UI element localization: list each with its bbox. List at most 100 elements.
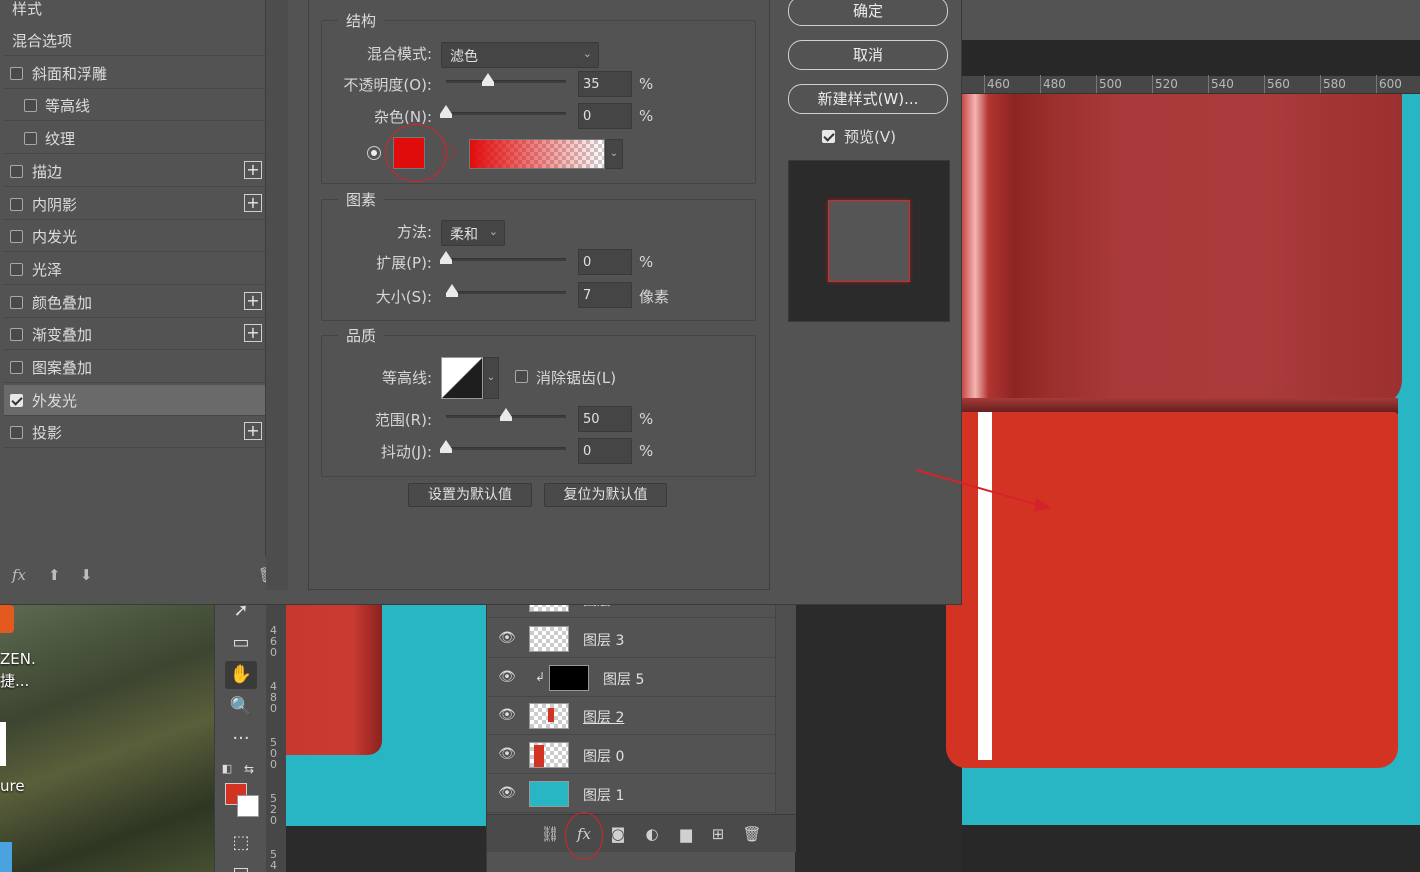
desktop-folder-icon[interactable] [0,842,12,872]
cancel-button[interactable]: 取消 [788,40,948,70]
layer-name[interactable]: 图层 1 [583,785,624,805]
layer-thumbnail[interactable] [529,780,569,807]
visibility-eye-icon[interactable]: 👁 [498,669,516,687]
layer-row[interactable]: 👁 图层 3 [487,620,775,658]
ruler-tick [1040,75,1041,93]
layer-name[interactable]: 图层 3 [583,630,624,650]
reset-default-button[interactable]: 复位为默认值 [544,483,667,507]
layer-row[interactable]: 👁 图层 2 [487,697,775,736]
more-tools-icon[interactable]: ··· [225,725,257,753]
chevron-down-icon: ⌄ [582,47,592,60]
antialias-checkbox[interactable] [515,370,528,383]
range-input[interactable]: 50 [578,406,632,432]
ruler-label: 54 [270,848,277,872]
spread-slider-thumb[interactable] [440,251,452,264]
layer-thumbnail[interactable] [529,703,569,730]
adjustment-layer-icon[interactable]: ◐ [641,823,663,845]
layers-scrollbar[interactable] [775,600,796,814]
jitter-slider[interactable] [440,440,566,453]
spread-input[interactable]: 0 [578,249,632,275]
noise-slider[interactable] [440,105,566,118]
delete-layer-trash-icon[interactable]: 🗑 [741,823,763,845]
new-group-folder-icon[interactable]: ▆ [675,823,697,845]
elements-group-title: 图素 [338,189,385,210]
styles-list-border [2,0,266,556]
layer-name[interactable]: 图层 0 [583,746,624,766]
ruler-label: 480 [270,680,277,715]
size-input[interactable]: 7 [578,282,632,308]
jitter-unit: % [639,442,654,460]
zoom-tool-icon[interactable]: 🔍 [225,693,257,721]
opacity-slider-thumb[interactable] [482,73,494,86]
desktop-label: 捷... [0,672,30,690]
make-default-button[interactable]: 设置为默认值 [408,483,532,507]
new-layer-icon[interactable]: ⊞ [707,823,729,845]
add-mask-icon[interactable]: ◙ [607,823,629,845]
layer-row[interactable]: 👁 图层 1 [487,775,775,813]
hand-tool-icon[interactable]: ✋ [225,661,257,689]
ruler-label: 580 [1323,77,1346,91]
ok-button[interactable]: 确定 [788,0,948,26]
styles-footer: fx ⬆ ⬇ 🗑 [0,556,277,596]
noise-input[interactable]: 0 [578,103,632,129]
move-up-arrow-icon[interactable]: ⬆ [48,566,61,584]
move-down-arrow-icon[interactable]: ⬇ [80,566,93,584]
preview-checkbox[interactable] [822,130,835,143]
jar-body-artwork [946,412,1398,768]
opacity-slider[interactable] [446,73,566,86]
fx-menu-icon[interactable]: fx [12,566,26,584]
annotation-circle-fx [565,812,603,860]
layer-thumbnail[interactable] [529,742,569,769]
spread-unit: % [639,253,654,271]
opacity-input[interactable]: 35 [578,71,632,97]
link-layers-icon[interactable]: ⛓ [539,823,561,845]
visibility-eye-icon[interactable]: 👁 [498,630,516,648]
layer-row[interactable]: 👁 ↲ 图层 5 [487,659,775,697]
desktop-label: ure [0,777,25,795]
range-slider-thumb[interactable] [500,408,512,421]
range-unit: % [639,410,654,428]
contour-preview[interactable] [441,357,483,399]
ruler-label: 520 [270,792,277,827]
quick-mask-icon[interactable]: ⬚ [225,829,257,857]
size-slider-thumb[interactable] [446,284,458,297]
gradient-picker-chevron-icon[interactable]: ⌄ [605,139,623,169]
antialias-label[interactable]: 消除锯齿(L) [536,367,616,388]
marquee-tool-icon[interactable]: ▭ [225,629,257,657]
default-colors-icon[interactable]: ◧ [219,761,235,777]
blend-mode-dropdown[interactable]: 滤色 ⌄ [441,42,599,68]
desktop-app-icon[interactable] [0,605,14,633]
visibility-eye-icon[interactable]: 👁 [498,707,516,725]
layer-row[interactable]: 👁 图层 0 [487,736,775,775]
size-unit: 像素 [639,288,670,306]
contour-picker-chevron-icon[interactable]: ⌄ [483,357,499,399]
range-slider[interactable] [446,408,566,421]
size-slider[interactable] [446,284,566,297]
visibility-eye-icon[interactable]: 👁 [498,785,516,803]
background-color-swatch[interactable] [237,795,259,817]
ruler-tick [1264,75,1265,93]
layer-name[interactable]: 图层 2 [583,707,624,727]
glow-gradient-swatch[interactable] [469,139,605,169]
styles-list-scrollbar[interactable] [266,0,288,590]
spread-slider[interactable] [440,251,566,264]
noise-slider-thumb[interactable] [440,105,452,118]
jitter-slider-thumb[interactable] [440,440,452,453]
solid-color-radio[interactable] [367,146,381,160]
preview-label[interactable]: 预览(V) [844,126,896,147]
layer-thumbnail[interactable] [549,664,589,691]
jitter-input[interactable]: 0 [578,438,632,464]
size-label: 大小(S): [375,288,432,306]
technique-dropdown[interactable]: 柔和 ⌄ [441,220,505,246]
layer-thumbnail[interactable] [529,626,569,652]
desktop-file-icon[interactable] [0,722,6,766]
swap-colors-icon[interactable]: ⇆ [241,761,257,777]
ruler-label: 460 [270,624,277,659]
new-style-button[interactable]: 新建样式(W)... [788,84,948,114]
clipping-arrow-icon: ↲ [535,669,546,684]
jitter-label: 抖动(J): [380,443,432,461]
visibility-eye-icon[interactable]: 👁 [498,746,516,764]
layer-name[interactable]: 图层 5 [603,669,644,689]
layer-style-dialog: 样式 混合选项 斜面和浮雕 等高线 纹理 描边 + 内阴影 + 内发光 光泽 颜色叠加 + 渐变叠加 + 图… [0,0,962,605]
screen-mode-icon[interactable]: ▭ [225,857,257,872]
